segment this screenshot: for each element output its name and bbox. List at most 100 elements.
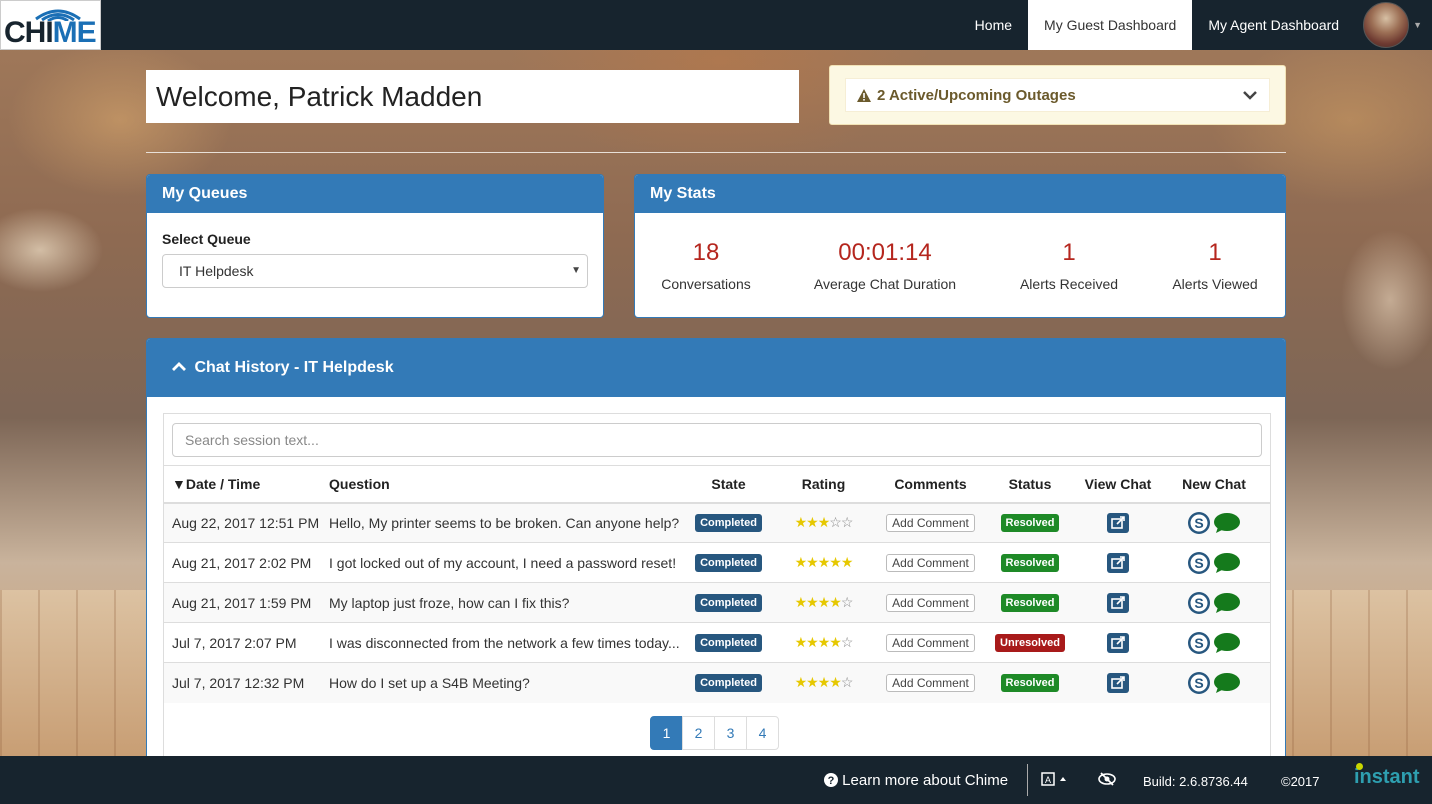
col-date-time[interactable]: ▼Date / Time bbox=[164, 465, 329, 504]
view-chat-button[interactable] bbox=[1107, 592, 1129, 613]
caret-down-icon: ▼ bbox=[1413, 20, 1422, 30]
star-filled-icon: ★ bbox=[829, 634, 842, 650]
search-input[interactable]: Search session text... bbox=[172, 423, 1262, 457]
stat-alerts-viewed: 1 Alerts Viewed bbox=[1145, 239, 1285, 292]
svg-text:S: S bbox=[1194, 555, 1203, 571]
view-chat-button[interactable] bbox=[1107, 672, 1129, 693]
nav-agent-dashboard[interactable]: My Agent Dashboard bbox=[1192, 0, 1355, 50]
skype-icon[interactable]: S bbox=[1187, 511, 1211, 535]
footer: ? Learn more about Chime A Build: 2.6.87… bbox=[0, 756, 1432, 804]
cell-question: I was disconnected from the network a fe… bbox=[329, 622, 689, 663]
accessibility-toggle[interactable] bbox=[1098, 771, 1116, 790]
avatar[interactable] bbox=[1363, 2, 1410, 48]
col-comments[interactable]: Comments bbox=[879, 465, 982, 504]
chat-bubble-icon[interactable] bbox=[1213, 672, 1241, 694]
queue-select-value: IT Helpdesk bbox=[179, 263, 254, 279]
cell-question: How do I set up a S4B Meeting? bbox=[329, 662, 689, 703]
svg-text:S: S bbox=[1194, 515, 1203, 531]
pagination: 1 2 3 4 bbox=[650, 716, 779, 750]
chat-history-panel: Chat History - IT Helpdesk Search sessio… bbox=[146, 338, 1286, 778]
page-2[interactable]: 2 bbox=[682, 716, 715, 750]
nav-guest-dashboard[interactable]: My Guest Dashboard bbox=[1028, 0, 1193, 50]
star-filled-icon: ★ bbox=[829, 674, 842, 691]
chevron-up-icon bbox=[172, 362, 186, 371]
top-navbar: CHIME Home My Guest Dashboard My Agent D… bbox=[0, 0, 1432, 50]
star-filled-icon: ★ bbox=[829, 554, 842, 570]
chat-bubble-icon[interactable] bbox=[1213, 592, 1241, 614]
add-comment-button[interactable]: Add Comment bbox=[886, 513, 975, 532]
page-3[interactable]: 3 bbox=[714, 716, 747, 750]
view-chat-button[interactable] bbox=[1107, 552, 1129, 573]
star-filled-icon: ★ bbox=[817, 634, 831, 650]
stat-label: Alerts Received bbox=[1019, 276, 1119, 292]
rating-stars: ★★★★☆ bbox=[795, 594, 854, 610]
status-badge: Unresolved bbox=[995, 634, 1065, 652]
instant-logo: instant bbox=[1354, 763, 1420, 789]
add-comment-button[interactable]: Add Comment bbox=[886, 633, 975, 652]
panel-title: Chat History - IT Helpdesk bbox=[194, 359, 394, 376]
cell-date: Aug 21, 2017 1:59 PM bbox=[164, 582, 329, 623]
star-filled-icon: ★ bbox=[806, 674, 819, 691]
instant-logo-dot bbox=[1356, 763, 1363, 770]
skype-icon[interactable]: S bbox=[1187, 631, 1211, 655]
outage-alert: 2 Active/Upcoming Outages bbox=[829, 65, 1286, 125]
col-question[interactable]: Question bbox=[329, 465, 689, 504]
cell-date: Aug 22, 2017 12:51 PM bbox=[164, 502, 329, 543]
copyright: ©2017 bbox=[1281, 774, 1320, 789]
view-chat-button[interactable] bbox=[1107, 632, 1129, 653]
svg-text:A: A bbox=[1045, 775, 1051, 785]
add-comment-button[interactable]: Add Comment bbox=[886, 673, 975, 692]
star-empty-icon: ☆ bbox=[840, 514, 854, 531]
skype-icon[interactable]: S bbox=[1187, 591, 1211, 615]
star-filled-icon: ★ bbox=[817, 594, 831, 610]
col-rating[interactable]: Rating bbox=[768, 465, 879, 504]
star-filled-icon: ★ bbox=[817, 674, 831, 691]
skype-icon[interactable]: S bbox=[1187, 671, 1211, 695]
table-row: Aug 21, 2017 2:02 PM I got locked out of … bbox=[164, 542, 1270, 583]
star-filled-icon: ★ bbox=[817, 514, 831, 531]
nav-links: Home My Guest Dashboard My Agent Dashboa… bbox=[959, 0, 1432, 50]
page-1[interactable]: 1 bbox=[650, 716, 683, 750]
star-filled-icon: ★ bbox=[829, 594, 842, 610]
language-menu[interactable]: A bbox=[1041, 772, 1069, 789]
star-filled-icon: ★ bbox=[794, 514, 808, 531]
chat-bubble-icon[interactable] bbox=[1213, 552, 1241, 574]
chat-history-toggle[interactable]: Chat History - IT Helpdesk bbox=[147, 339, 1285, 397]
chat-bubble-icon[interactable] bbox=[1213, 632, 1241, 654]
state-badge: Completed bbox=[695, 634, 762, 652]
chevron-down-icon bbox=[1243, 91, 1257, 100]
outage-toggle[interactable]: 2 Active/Upcoming Outages bbox=[845, 78, 1270, 112]
star-filled-icon: ★ bbox=[817, 554, 831, 570]
table-row: Aug 21, 2017 1:59 PM My laptop just froze… bbox=[164, 582, 1270, 623]
col-state[interactable]: State bbox=[689, 465, 768, 504]
col-new-chat[interactable]: New Chat bbox=[1158, 465, 1270, 504]
external-link-icon bbox=[1111, 675, 1125, 689]
footer-divider bbox=[1027, 764, 1028, 796]
stat-value: 00:01:14 bbox=[838, 239, 932, 266]
select-queue-label: Select Queue bbox=[162, 231, 251, 247]
page-4[interactable]: 4 bbox=[746, 716, 779, 750]
cell-date: Aug 21, 2017 2:02 PM bbox=[164, 542, 329, 583]
view-chat-button[interactable] bbox=[1107, 512, 1129, 533]
star-empty-icon: ☆ bbox=[840, 674, 854, 691]
learn-more-link[interactable]: ? Learn more about Chime bbox=[824, 772, 1008, 789]
chat-bubble-icon[interactable] bbox=[1213, 512, 1241, 534]
rating-stars: ★★★★★ bbox=[795, 554, 854, 570]
col-status[interactable]: Status bbox=[982, 465, 1078, 504]
star-empty-icon: ☆ bbox=[840, 594, 854, 610]
add-comment-button[interactable]: Add Comment bbox=[886, 593, 975, 612]
stat-value: 1 bbox=[1062, 239, 1076, 266]
add-comment-button[interactable]: Add Comment bbox=[886, 553, 975, 572]
chat-history-table-wrap: Search session text... ▼Date / Time Ques… bbox=[163, 413, 1271, 773]
queue-select[interactable]: IT Helpdesk ▼ bbox=[162, 254, 588, 288]
stat-label: Alerts Viewed bbox=[1172, 276, 1258, 292]
chime-logo[interactable]: CHIME bbox=[0, 0, 101, 50]
state-badge: Completed bbox=[695, 514, 762, 533]
state-badge: Completed bbox=[695, 554, 762, 572]
cell-date: Jul 7, 2017 12:32 PM bbox=[164, 662, 329, 703]
user-menu[interactable]: ▼ bbox=[1355, 0, 1432, 50]
status-badge: Resolved bbox=[1000, 554, 1060, 572]
nav-home[interactable]: Home bbox=[959, 0, 1028, 50]
skype-icon[interactable]: S bbox=[1187, 551, 1211, 575]
col-view-chat[interactable]: View Chat bbox=[1078, 465, 1158, 504]
